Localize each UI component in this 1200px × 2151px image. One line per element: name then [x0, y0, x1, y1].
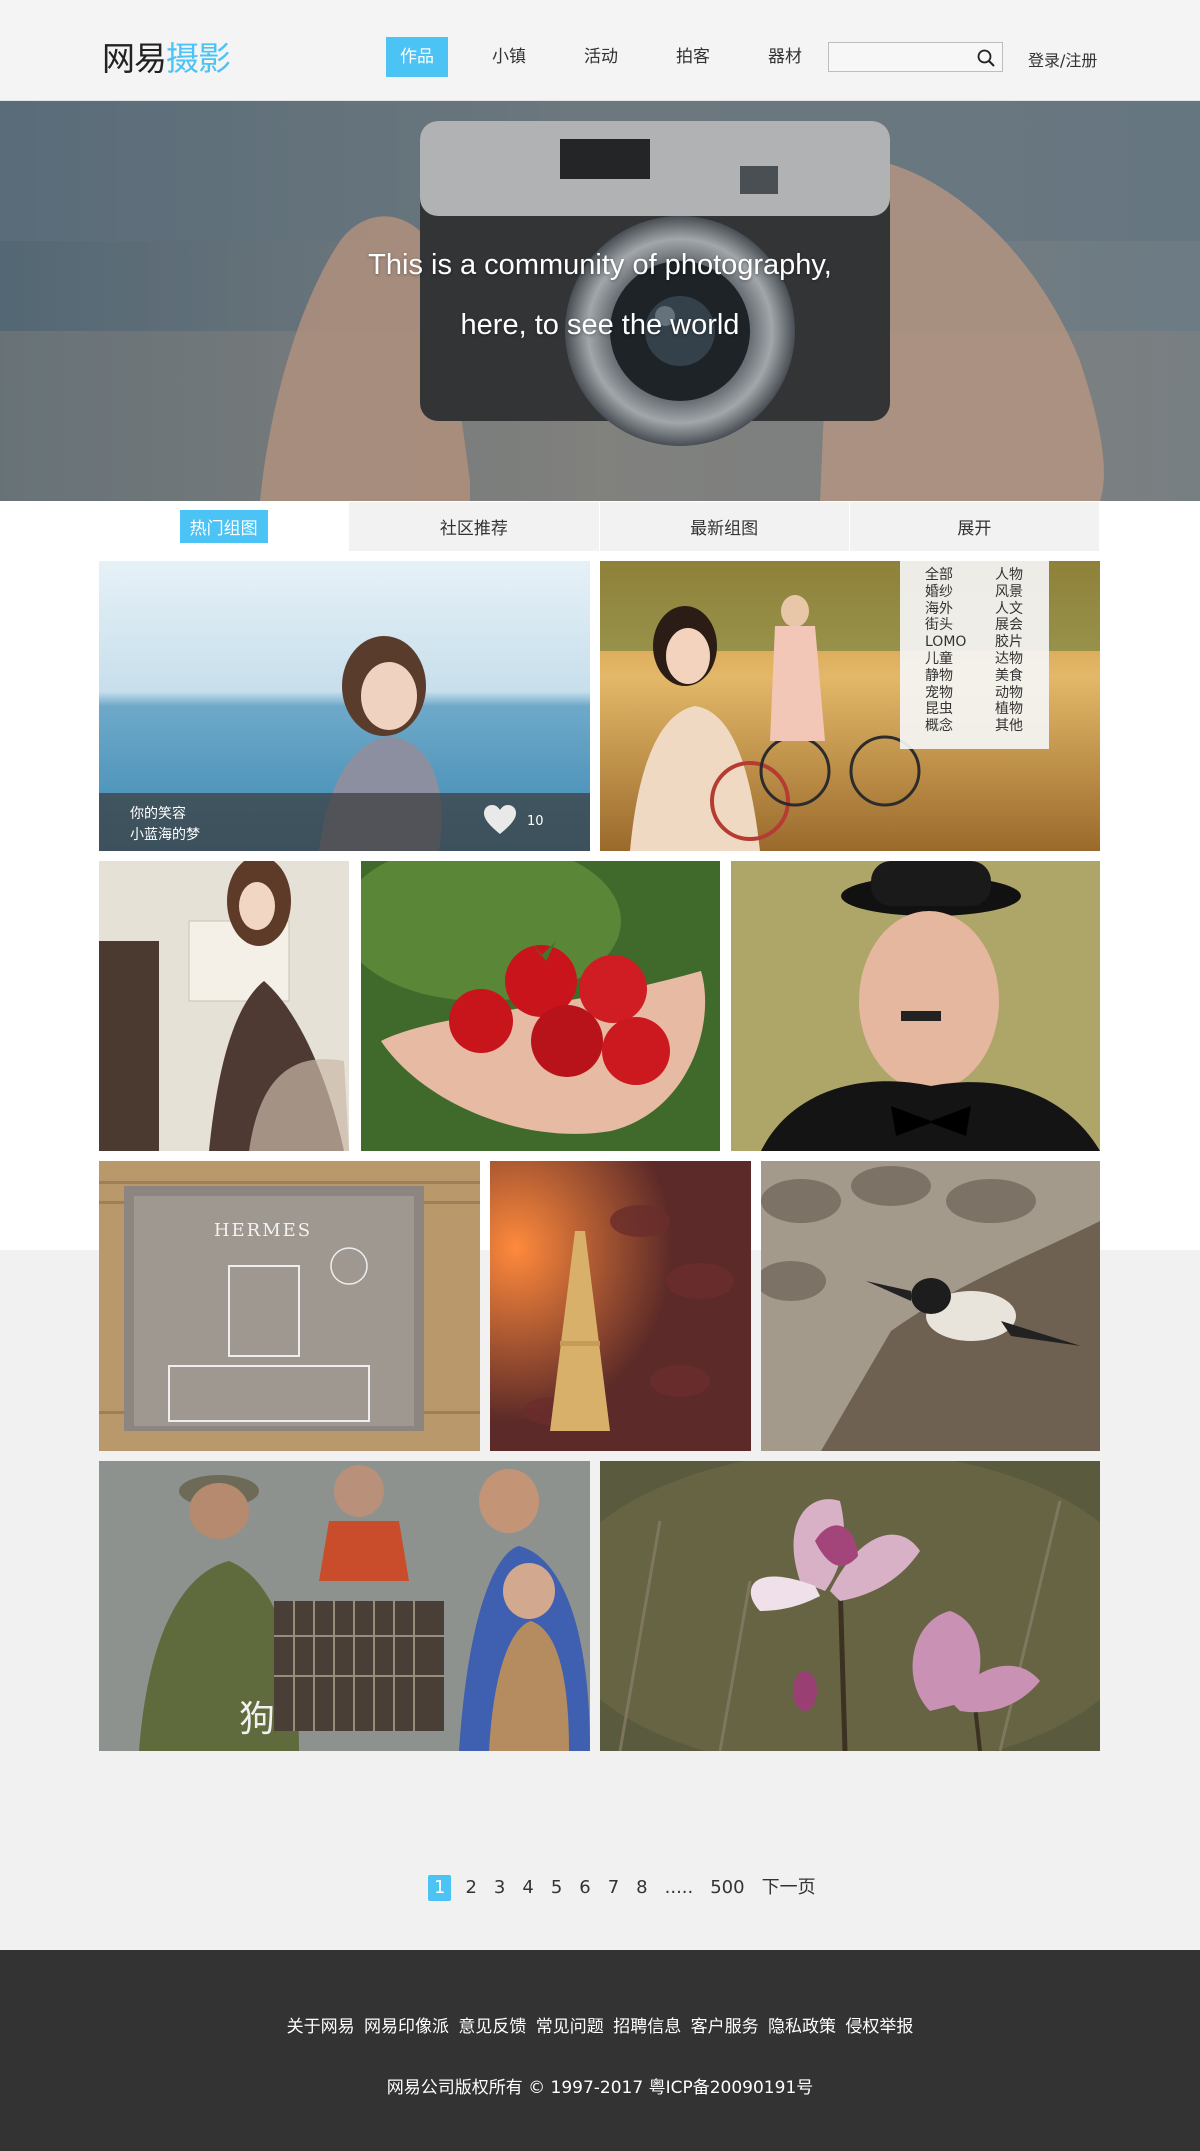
tab-latest-albums[interactable]: 最新组图 — [600, 502, 850, 551]
hero-camera-photo — [0, 101, 1200, 501]
copyright-text: 网易公司版权所有 © 1997-2017 粤ICP备20090191号 — [386, 2078, 814, 2098]
logo-text-netease: 网易 — [102, 39, 167, 78]
photo-kingfisher-on-rock[interactable] — [761, 1161, 1100, 1451]
site-footer: 关于网易 网易印像派 意见反馈 常见问题 招聘信息 客户服务 隐私政策 侵权举报… — [0, 1950, 1200, 2151]
page-link-3[interactable]: 3 — [491, 1875, 508, 1901]
photo-family-with-dog-cage-image: 狗 — [99, 1461, 590, 1751]
page-link-5[interactable]: 5 — [548, 1875, 565, 1901]
nav-item-works[interactable]: 作品 — [386, 37, 448, 77]
category-all[interactable]: 全部 — [925, 567, 966, 584]
category-wedding[interactable]: 婚纱 — [925, 584, 966, 601]
login-register-link[interactable]: 登录/注册 — [1028, 47, 1097, 71]
heart-icon[interactable] — [483, 804, 517, 836]
page-link-500[interactable]: 500 — [707, 1875, 747, 1901]
category-overseas[interactable]: 海外 — [925, 601, 966, 618]
footer-link-about[interactable]: 关于网易 — [287, 2017, 355, 2037]
page-link-4[interactable]: 4 — [519, 1875, 536, 1901]
footer-link-privacy[interactable]: 隐私政策 — [768, 2017, 836, 2037]
hero-tagline-line2: here, to see the world — [460, 309, 740, 341]
category-column-left: 全部 婚纱 海外 街头 LOMO 儿童 静物 宠物 昆虫 概念 — [925, 567, 966, 735]
pagination: 1 2 3 4 5 6 7 8 ..... 500 下一页 — [428, 1875, 830, 1901]
footer-link-report[interactable]: 侵权举报 — [845, 2017, 913, 2037]
nav-item-photographers[interactable]: 拍客 — [662, 37, 724, 77]
photo-woman-in-dress-image — [99, 861, 349, 1151]
photo-eiffel-tower-leaves-image — [490, 1161, 751, 1451]
tab-expand[interactable]: 展开 — [850, 502, 1100, 551]
category-dropdown: 全部 婚纱 海外 街头 LOMO 儿童 静物 宠物 昆虫 概念 人物 风景 人文… — [900, 561, 1049, 749]
page-link-6[interactable]: 6 — [576, 1875, 593, 1901]
search-icon[interactable] — [976, 48, 996, 68]
photo-man-in-bowler-hat-image — [731, 861, 1100, 1151]
photo-girl-by-sea[interactable]: 你的笑容 小蓝海的梦 10 — [99, 561, 590, 851]
category-concept[interactable]: 概念 — [925, 718, 966, 735]
photo-title: 你的笑容 — [130, 806, 186, 822]
nav-item-events[interactable]: 活动 — [570, 37, 632, 77]
category-insects[interactable]: 昆虫 — [925, 701, 966, 718]
category-other[interactable]: 其他 — [995, 718, 1023, 735]
like-count: 10 — [527, 814, 544, 829]
site-header: 网易 摄影 作品 小镇 活动 拍客 器材 登录/注册 — [0, 0, 1200, 101]
page-link-8[interactable]: 8 — [633, 1875, 650, 1901]
category-children[interactable]: 儿童 — [925, 651, 966, 668]
nav-item-equipment[interactable]: 器材 — [754, 37, 816, 77]
photo-man-in-bowler-hat[interactable] — [731, 861, 1100, 1151]
category-still-life[interactable]: 静物 — [925, 668, 966, 685]
footer-link-careers[interactable]: 招聘信息 — [613, 2017, 681, 2037]
dog-calligraphy: 狗 — [239, 1699, 275, 1740]
page-ellipsis: ..... — [664, 1877, 694, 1898]
category-pets[interactable]: 宠物 — [925, 685, 966, 702]
tab-community-picks[interactable]: 社区推荐 — [349, 502, 600, 551]
photo-hermes-storefront[interactable]: HERMES — [99, 1161, 480, 1451]
search-input[interactable] — [829, 43, 969, 71]
category-plants[interactable]: 植物 — [995, 701, 1023, 718]
category-column-right: 人物 风景 人文 展会 胶片 达物 美食 动物 植物 其他 — [995, 567, 1023, 735]
nav-item-town[interactable]: 小镇 — [478, 37, 540, 77]
category-people[interactable]: 人物 — [995, 567, 1023, 584]
photo-strawberries-in-hand-image — [361, 861, 720, 1151]
gallery-tabs: 热门组图 社区推荐 最新组图 展开 — [99, 502, 1100, 551]
photo-magnolia-flowers-image — [600, 1461, 1100, 1751]
hermes-sign: HERMES — [214, 1220, 312, 1241]
footer-link-customer-service[interactable]: 客户服务 — [691, 2017, 759, 2037]
category-street[interactable]: 街头 — [925, 617, 966, 634]
category-objects[interactable]: 达物 — [995, 651, 1023, 668]
photo-subtitle: 小蓝海的梦 — [130, 827, 200, 843]
footer-link-yinxiangpai[interactable]: 网易印像派 — [364, 2017, 449, 2037]
category-exhibition[interactable]: 展会 — [995, 617, 1023, 634]
page-link-1[interactable]: 1 — [428, 1875, 452, 1901]
photo-woman-in-dress[interactable] — [99, 861, 349, 1151]
category-lomo[interactable]: LOMO — [925, 634, 966, 651]
featured-photo-caption: 你的笑容 小蓝海的梦 10 — [99, 793, 590, 851]
hero-tagline-line1: This is a community of photography, — [368, 249, 832, 281]
photo-magnolia-flowers[interactable] — [600, 1461, 1100, 1751]
tab-hot-albums[interactable]: 热门组图 — [99, 502, 350, 551]
category-food[interactable]: 美食 — [995, 668, 1023, 685]
main-nav: 作品 小镇 活动 拍客 器材 — [386, 37, 846, 77]
photo-eiffel-tower-leaves[interactable] — [490, 1161, 751, 1451]
footer-link-feedback[interactable]: 意见反馈 — [458, 2017, 526, 2037]
page-link-7[interactable]: 7 — [605, 1875, 622, 1901]
photo-hermes-storefront-image: HERMES — [99, 1161, 480, 1451]
logo-text-photo: 摄影 — [166, 39, 231, 78]
search-box — [828, 42, 1003, 72]
photo-kingfisher-on-rock-image — [761, 1161, 1100, 1451]
category-culture[interactable]: 人文 — [995, 601, 1023, 618]
category-landscape[interactable]: 风景 — [995, 584, 1023, 601]
site-logo[interactable]: 网易 摄影 — [102, 37, 231, 78]
photo-strawberries-in-hand[interactable] — [361, 861, 720, 1151]
category-animals[interactable]: 动物 — [995, 685, 1023, 702]
next-page-link[interactable]: 下一页 — [759, 1875, 819, 1901]
footer-link-faq[interactable]: 常见问题 — [536, 2017, 604, 2037]
hero-banner: This is a community of photography, here… — [0, 101, 1200, 501]
page-link-2[interactable]: 2 — [462, 1875, 479, 1901]
category-film[interactable]: 胶片 — [995, 634, 1023, 651]
footer-links: 关于网易 网易印像派 意见反馈 常见问题 招聘信息 客户服务 隐私政策 侵权举报 — [0, 2012, 1200, 2037]
photo-family-with-dog-cage[interactable]: 狗 — [99, 1461, 590, 1751]
tab-hot-albums-label: 热门组图 — [179, 510, 268, 543]
